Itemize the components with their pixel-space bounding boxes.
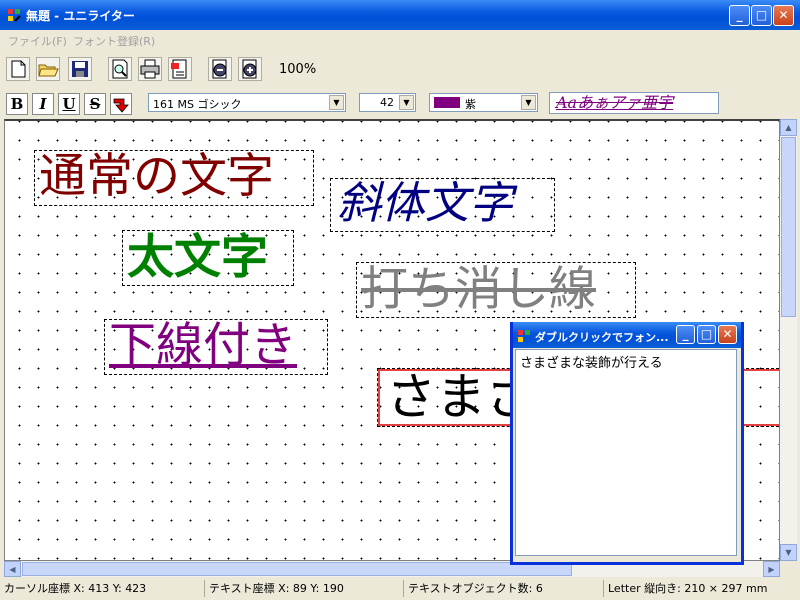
color-swatch [434,97,460,108]
status-paper-size: Letter 縦向き: 210 × 297 mm [603,580,798,597]
strikethrough-button[interactable]: S [84,93,106,115]
print-preview-icon[interactable] [108,57,132,81]
close-icon[interactable]: ✕ [718,325,737,344]
horizontal-scroll-thumb[interactable] [22,562,572,576]
chevron-down-icon[interactable]: ▼ [329,95,344,110]
menu-bar: ファイル(F) フォント登録(R) [0,30,800,50]
status-cursor-position: カーソル座標 X: 413 Y: 423 [4,582,147,595]
dialog-title-bar[interactable]: ダブルクリックでフォン... _ □ ✕ [513,322,741,348]
underline-button[interactable]: U [58,93,80,115]
scroll-right-icon[interactable]: ▶ [763,561,780,577]
text-object-bold[interactable]: 太文字 [122,230,294,286]
vertical-scrollbar[interactable]: ▲ ▼ [780,119,797,561]
save-disk-icon[interactable] [68,57,92,81]
font-name-value: 161 MS ゴシック [153,98,242,111]
font-name-select[interactable]: 161 MS ゴシック ▼ [148,93,346,112]
vertical-scroll-thumb[interactable] [781,137,796,317]
text-object-normal[interactable]: 通常の文字 [34,150,314,206]
minimize-icon[interactable]: _ [729,5,750,26]
status-text-coordinates: テキスト座標 X: 89 Y: 190 [204,580,404,597]
title-bar[interactable]: 無題 - ユニライター _ □ ✕ [0,0,800,30]
menu-file[interactable]: ファイル(F) [8,33,67,49]
scroll-left-icon[interactable]: ◀ [4,561,21,577]
zoom-level: 100% [279,62,317,77]
status-object-count: テキストオブジェクト数: 6 [403,580,604,597]
new-document-icon[interactable] [6,57,30,81]
status-bar: カーソル座標 X: 413 Y: 423 テキスト座標 X: 89 Y: 190… [0,577,800,600]
color-name-value: 紫 [465,98,476,111]
text-object-underline[interactable]: 下線付き [104,319,328,375]
open-folder-icon[interactable] [36,57,60,81]
page-setup-icon[interactable] [168,57,192,81]
zoom-out-icon[interactable] [208,57,232,81]
text-object-strikethrough[interactable]: 打ち消し線 [356,262,636,318]
dialog-title: ダブルクリックでフォン... [535,331,669,344]
scroll-down-icon[interactable]: ▼ [780,544,797,561]
color-select[interactable]: 紫 ▼ [429,93,538,112]
app-icon [6,7,22,23]
window-title: 無題 - ユニライター [26,9,135,23]
print-icon[interactable] [138,57,162,81]
italic-button[interactable]: I [32,93,54,115]
maximize-icon[interactable]: □ [697,325,716,344]
shadow-arrow-icon[interactable] [110,93,132,115]
chevron-down-icon[interactable]: ▼ [399,95,414,110]
scroll-up-icon[interactable]: ▲ [780,119,797,136]
chevron-down-icon[interactable]: ▼ [521,95,536,110]
font-size-select[interactable]: 42 ▼ [359,93,416,112]
zoom-in-icon[interactable] [238,57,262,81]
font-preview: Aaあぁアァ亜宇 [549,92,719,114]
dialog-text-area[interactable]: さまざまな装飾が行える [515,349,737,556]
bold-button[interactable]: B [6,93,28,115]
maximize-icon[interactable]: □ [751,5,772,26]
text-object-italic[interactable]: 斜体文字 [330,178,555,232]
close-icon[interactable]: ✕ [773,5,794,26]
text-edit-dialog[interactable]: ダブルクリックでフォン... _ □ ✕ さまざまな装飾が行える [510,322,744,565]
minimize-icon[interactable]: _ [676,325,695,344]
font-size-value: 42 [380,96,394,109]
app-icon [517,328,531,342]
menu-font-register[interactable]: フォント登録(R) [73,33,155,49]
dialog-text-content: さまざまな装飾が行える [520,356,663,371]
